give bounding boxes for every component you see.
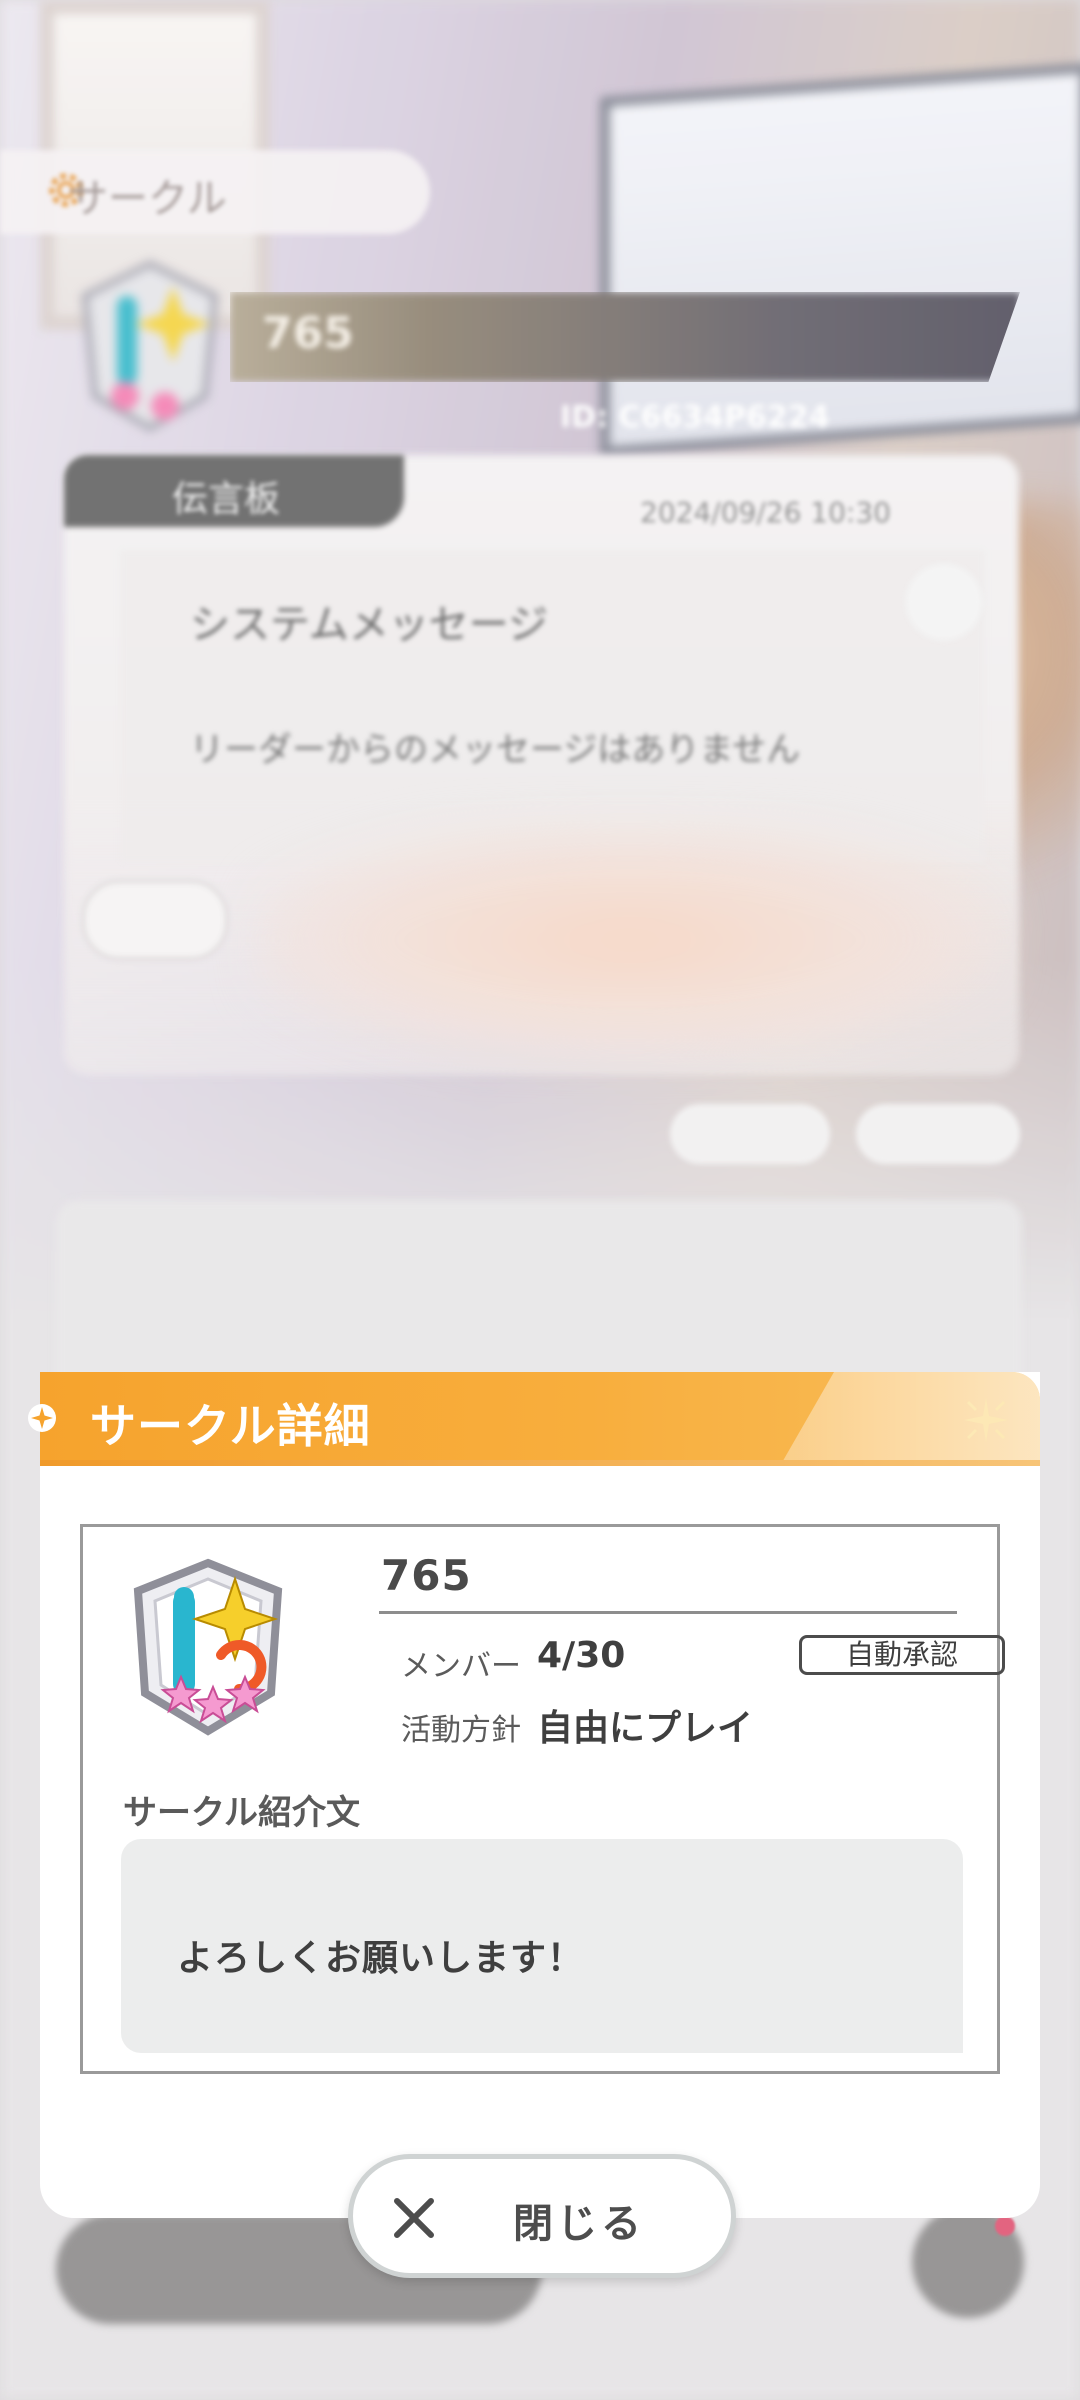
policy-value: 自由にプレイ <box>537 1708 754 1749</box>
intro-box: よろしくお願いします！ <box>121 1839 963 2053</box>
circle-info-panel: 765 メンバー 4/30 自動承認 活動方針 自由にプレイ サークル紹介文 よ… <box>80 1524 1005 2074</box>
name-underline <box>379 1611 957 1614</box>
auto-approval-badge: 自動承認 <box>799 1635 1005 1675</box>
intro-label: サークル紹介文 <box>123 1793 360 1833</box>
sparkle-icon <box>964 1398 1008 1442</box>
modal-header: サークル詳細 <box>40 1372 1040 1466</box>
member-label: メンバー <box>401 1649 521 1684</box>
close-button[interactable]: 閉じる <box>348 2154 736 2278</box>
header-bottom-line <box>40 1460 1040 1466</box>
intro-text: よろしくお願いします！ <box>177 1938 585 1979</box>
close-x-icon <box>394 2198 434 2238</box>
circle-emblem-icon <box>133 1558 283 1736</box>
circle-name: 765 <box>381 1551 472 1600</box>
close-label: 閉じる <box>513 2201 645 2247</box>
policy-label: 活動方針 <box>401 1713 521 1748</box>
modal-title: サークル詳細 <box>90 1399 371 1453</box>
orange-bullet-icon <box>28 1404 56 1432</box>
member-count: 4/30 <box>537 1635 626 1676</box>
circle-detail-modal: サークル詳細 765 メンバー 4/30 自動承認 活動方針 自由にプレイ サー… <box>28 1372 1040 2218</box>
